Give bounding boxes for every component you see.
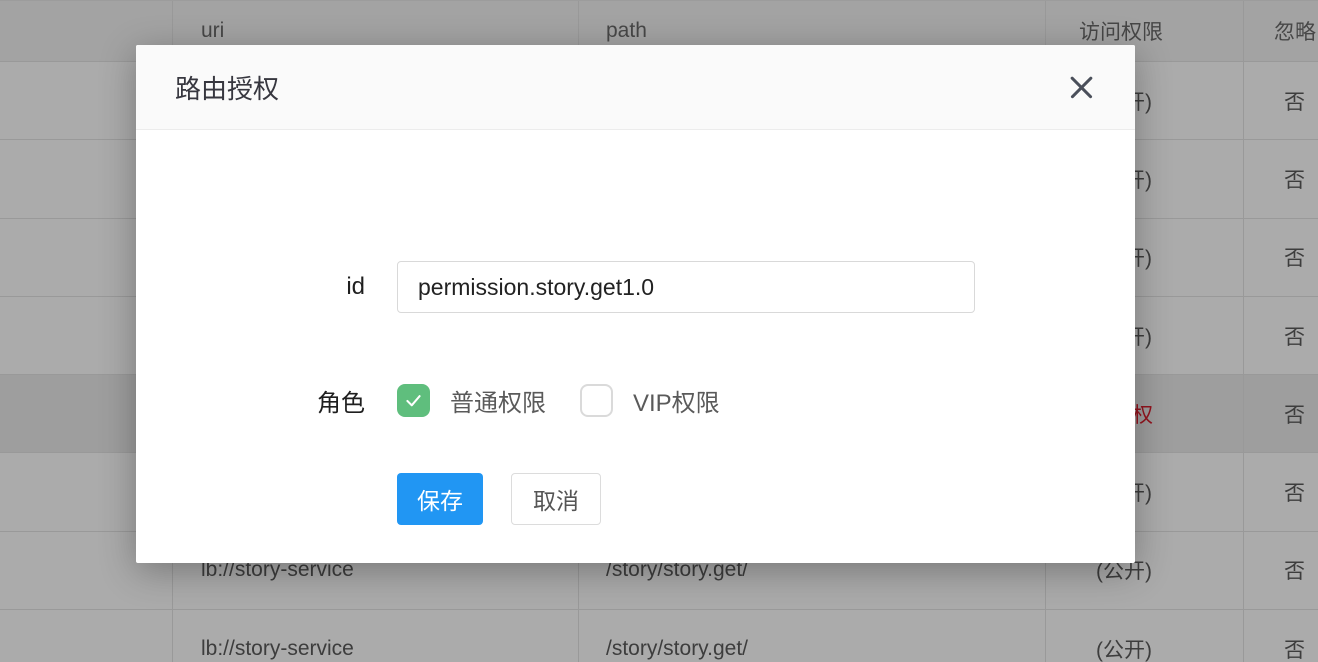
modal-title: 路由授权 <box>175 69 279 106</box>
id-form-row: id <box>136 261 975 313</box>
checkbox-label-normal-permission[interactable]: 普通权限 <box>450 383 546 418</box>
check-icon <box>403 390 424 411</box>
close-icon <box>1069 75 1094 100</box>
close-button[interactable] <box>1049 45 1113 129</box>
modal-header: 路由授权 <box>136 45 1135 130</box>
checkbox-normal-permission[interactable] <box>397 384 430 417</box>
save-button[interactable]: 保存 <box>397 473 483 525</box>
checkbox-vip-permission[interactable] <box>580 384 613 417</box>
id-label: id <box>136 273 365 301</box>
buttons-form-row: 保存 取消 <box>136 473 601 525</box>
modal-body: id 角色 普通权限 VIP权限 保存 取消 <box>136 130 1135 563</box>
role-label: 角色 <box>136 383 365 418</box>
id-input[interactable] <box>397 261 975 313</box>
role-form-row: 角色 普通权限 VIP权限 <box>136 384 720 417</box>
route-auth-modal: 路由授权 id 角色 普通权限 VIP权限 保存 取消 <box>136 45 1135 563</box>
checkbox-label-vip-permission[interactable]: VIP权限 <box>633 383 720 418</box>
cancel-button[interactable]: 取消 <box>511 473 601 525</box>
